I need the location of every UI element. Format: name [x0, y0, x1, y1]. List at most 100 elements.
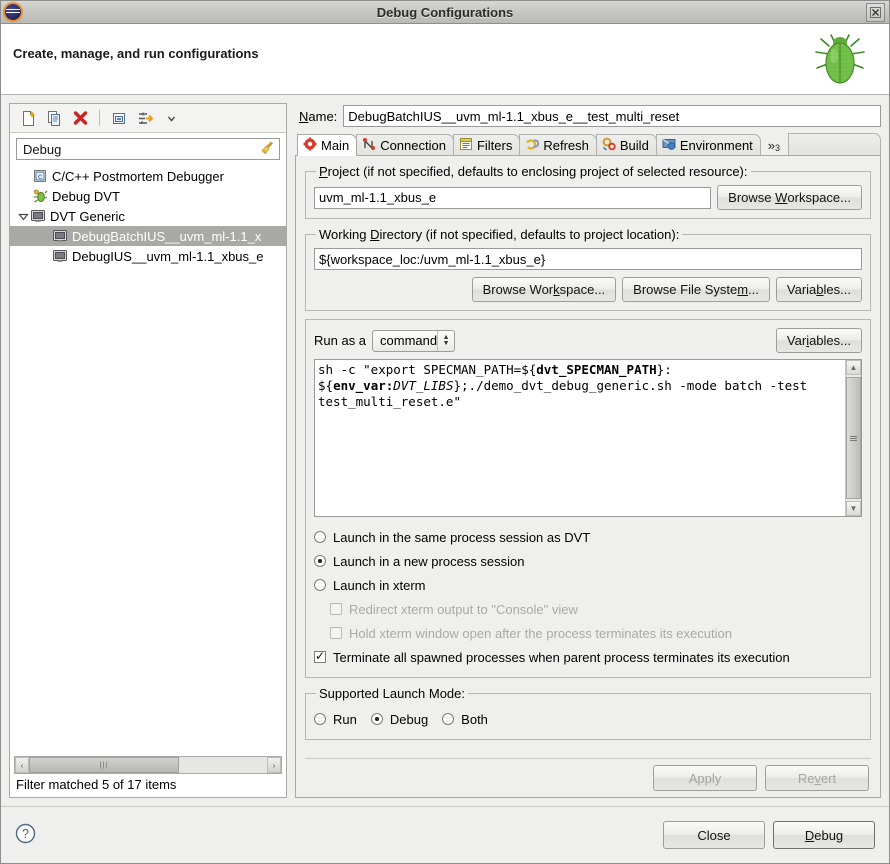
command-variables-button[interactable]: Variables...	[776, 328, 862, 353]
tab-filters[interactable]: Filters	[453, 134, 520, 155]
close-button[interactable]: Close	[663, 821, 765, 849]
launch-mode-debug[interactable]: Debug	[371, 707, 428, 731]
tree-item-dvt-generic[interactable]: DVT Generic	[10, 206, 286, 226]
apply-button[interactable]: Apply	[653, 765, 757, 791]
radio-debug[interactable]	[371, 713, 383, 725]
command-textarea[interactable]: sh -c "export SPECMAN_PATH=${dvt_SPECMAN…	[314, 359, 862, 517]
launch-mode-run[interactable]: Run	[314, 707, 357, 731]
option-launch-same-session[interactable]: Launch in the same process session as DV…	[314, 525, 862, 549]
command-text: sh -c "export SPECMAN_PATH=${dvt_SPECMAN…	[315, 360, 845, 516]
scroll-track[interactable]	[846, 375, 861, 501]
working-directory-value: ${workspace_loc:/uvm_ml-1.1_xbus_e}	[319, 252, 545, 267]
name-row: Name: DebugBatchIUS__uvm_ml-1.1_xbus_e__…	[295, 103, 881, 133]
tab-environment[interactable]: Environment	[656, 134, 761, 155]
filter-status-text: Filter matched 5 of 17 items	[10, 774, 286, 797]
run-as-select[interactable]: command ▲▼	[372, 330, 455, 352]
project-group-legend: Project (if not specified, defaults to e…	[316, 164, 751, 179]
delete-icon[interactable]	[68, 107, 92, 129]
scroll-thumb[interactable]	[846, 377, 861, 499]
command-line2-variable: DVT_LIBS	[393, 378, 453, 393]
scroll-thumb[interactable]: |||	[29, 757, 179, 773]
scroll-track[interactable]: |||	[29, 757, 267, 773]
duplicate-icon[interactable]	[42, 107, 66, 129]
configurations-panel: Debug	[9, 103, 287, 798]
radio-both[interactable]	[442, 713, 454, 725]
broom-icon[interactable]	[260, 140, 275, 158]
tree-item-debug-dvt[interactable]: Debug DVT	[10, 186, 286, 206]
configurations-toolbar	[10, 104, 286, 133]
debug-button[interactable]: Debug	[773, 821, 875, 849]
filter-input-value: Debug	[23, 142, 260, 157]
command-line2-pre: ${	[318, 378, 333, 393]
command-line2-post: };./demo_dvt_debug_generic.sh -mode batc…	[454, 378, 808, 393]
tree-item-c-postmortem-debugger[interactable]: c C/C++ Postmortem Debugger	[10, 166, 286, 186]
collapse-all-icon[interactable]	[107, 107, 131, 129]
debug-configurations-dialog: Debug Configurations Create, manage, and…	[0, 0, 890, 864]
tab-refresh[interactable]: Refresh	[519, 134, 597, 155]
radio-run[interactable]	[314, 713, 326, 725]
option-terminate-spawned-processes[interactable]: Terminate all spawned processes when par…	[314, 645, 862, 669]
revert-button[interactable]: Revert	[765, 765, 869, 791]
working-directory-input[interactable]: ${workspace_loc:/uvm_ml-1.1_xbus_e}	[314, 248, 862, 270]
tree-item-debugbatchius[interactable]: DebugBatchIUS__uvm_ml-1.1_x	[10, 226, 286, 246]
scroll-right-icon[interactable]: ›	[267, 757, 281, 773]
tree-horizontal-scrollbar[interactable]: ‹ ||| ›	[14, 756, 282, 774]
working-directory-group: Working Directory (if not specified, def…	[305, 227, 871, 311]
launch-mode-both[interactable]: Both	[442, 707, 488, 731]
tab-overflow-indicator[interactable]: »3	[760, 138, 786, 155]
option-redirect-xterm-output: Redirect xterm output to "Console" view	[314, 597, 862, 621]
supported-launch-mode-group: Supported Launch Mode: Run Debug Both	[305, 686, 871, 740]
wd-browse-workspace-button[interactable]: Browse Workspace...	[472, 277, 617, 302]
configurations-tree[interactable]: c C/C++ Postmortem Debugger	[10, 164, 286, 754]
dialog-footer: ? Close Debug	[1, 806, 889, 863]
tab-build[interactable]: Build	[596, 134, 657, 155]
command-vertical-scrollbar[interactable]: ▲ ▼	[845, 360, 861, 516]
launch-mode-label: Run	[333, 712, 357, 727]
window-close-button[interactable]	[866, 3, 885, 22]
radio-launch-xterm[interactable]	[314, 579, 326, 591]
radio-launch-same-session[interactable]	[314, 531, 326, 543]
chevron-down-icon[interactable]	[159, 107, 183, 129]
tab-overflow-symbol: »	[768, 138, 775, 153]
new-launch-configuration-icon[interactable]	[16, 107, 40, 129]
option-launch-new-session[interactable]: Launch in a new process session	[314, 549, 862, 573]
option-hold-xterm-window: Hold xterm window open after the process…	[314, 621, 862, 645]
tab-label: Main	[321, 138, 349, 153]
name-mnemonic: N	[299, 109, 308, 124]
help-icon[interactable]: ?	[15, 823, 36, 847]
refresh-icon	[525, 137, 539, 154]
c-file-icon: c	[32, 168, 48, 184]
run-as-label: Run as a	[314, 333, 366, 348]
scroll-left-icon[interactable]: ‹	[15, 757, 29, 773]
tree-item-label: Debug DVT	[52, 189, 120, 204]
option-label: Hold xterm window open after the process…	[349, 626, 732, 641]
name-input[interactable]: DebugBatchIUS__uvm_ml-1.1_xbus_e__test_m…	[343, 105, 881, 127]
command-line2-keyword: env_var	[333, 378, 386, 393]
launch-mode-label: Both	[461, 712, 488, 727]
project-input[interactable]: uvm_ml-1.1_xbus_e	[314, 187, 711, 209]
checkbox-terminate-spawned-processes[interactable]	[314, 651, 326, 663]
tab-main[interactable]: Main	[297, 134, 357, 156]
wd-browse-filesystem-button[interactable]: Browse File System...	[622, 277, 770, 302]
run-as-value: command	[380, 333, 437, 348]
scroll-up-icon[interactable]: ▲	[846, 360, 861, 375]
page-title: Create, manage, and run configurations	[1, 24, 259, 61]
window-titlebar: Debug Configurations	[1, 1, 889, 24]
scroll-down-icon[interactable]: ▼	[846, 501, 861, 516]
name-input-value: DebugBatchIUS__uvm_ml-1.1_xbus_e__test_m…	[348, 109, 679, 124]
option-launch-xterm[interactable]: Launch in xterm	[314, 573, 862, 597]
filter-icon[interactable]	[133, 107, 157, 129]
radio-launch-new-session[interactable]	[314, 555, 326, 567]
close-icon	[870, 7, 881, 18]
command-group: Run as a command ▲▼ Variables... sh -c "…	[305, 319, 871, 678]
expand-arrow-icon[interactable]	[16, 211, 30, 222]
tree-item-debugius[interactable]: DebugIUS__uvm_ml-1.1_xbus_e	[10, 246, 286, 266]
option-label: Redirect xterm output to "Console" view	[349, 602, 578, 617]
project-browse-workspace-button[interactable]: Browse Workspace...	[717, 185, 862, 210]
tab-connection[interactable]: Connection	[356, 134, 454, 155]
svg-text:c: c	[38, 172, 42, 181]
svg-text:?: ?	[22, 827, 29, 841]
filter-input[interactable]: Debug	[16, 138, 280, 160]
wd-variables-button[interactable]: Variables...	[776, 277, 862, 302]
scroll-grip	[850, 436, 857, 441]
